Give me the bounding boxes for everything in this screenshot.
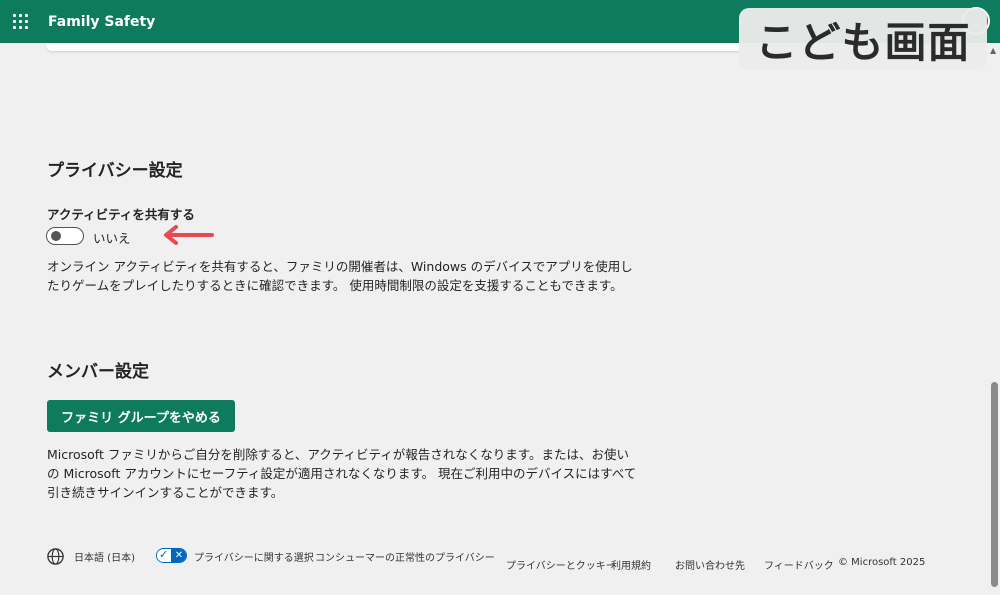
toggle-state-text: いいえ xyxy=(93,231,131,246)
privacy-choices-link[interactable]: プライバシーに関する選択 xyxy=(194,549,314,564)
waffle-icon xyxy=(12,14,28,29)
language-selector[interactable]: 日本語 (日本) xyxy=(74,549,135,564)
share-activity-toggle[interactable] xyxy=(46,227,84,245)
scroll-up-icon[interactable]: ▲ xyxy=(990,46,996,55)
copyright-text: © Microsoft 2025 xyxy=(838,557,926,568)
toggle-knob xyxy=(51,231,61,241)
terms-link[interactable]: 利用規約 xyxy=(611,557,651,572)
leave-family-description: Microsoft ファミリからご自分を削除すると、アクティビティが報告されなく… xyxy=(47,447,637,500)
app-launcher-button[interactable] xyxy=(0,0,40,43)
privacy-choices-icon: ✓ ✕ xyxy=(156,548,187,563)
kids-screen-badge: こども画面 xyxy=(739,8,987,70)
member-settings-heading: メンバー設定 xyxy=(47,362,149,382)
leave-family-group-button[interactable]: ファミリ グループをやめる xyxy=(47,400,235,432)
red-arrow-annotation-icon xyxy=(164,225,214,245)
share-activity-label: アクティビティを共有する xyxy=(47,207,195,222)
scrollbar-thumb[interactable] xyxy=(991,382,998,587)
globe-icon xyxy=(47,548,64,565)
app-title[interactable]: Family Safety xyxy=(48,14,155,30)
privacy-settings-heading: プライバシー設定 xyxy=(47,161,183,181)
share-activity-description: オンライン アクティビティを共有すると、ファミリの開催者は、Windows のデ… xyxy=(47,259,633,293)
privacy-cookies-link[interactable]: プライバシーとクッキー xyxy=(506,557,616,572)
consumer-health-privacy-link[interactable]: コンシューマーの正常性のプライバシー xyxy=(315,549,495,564)
contact-link[interactable]: お問い合わせ先 xyxy=(675,557,745,572)
feedback-link[interactable]: フィードバック xyxy=(764,557,834,572)
